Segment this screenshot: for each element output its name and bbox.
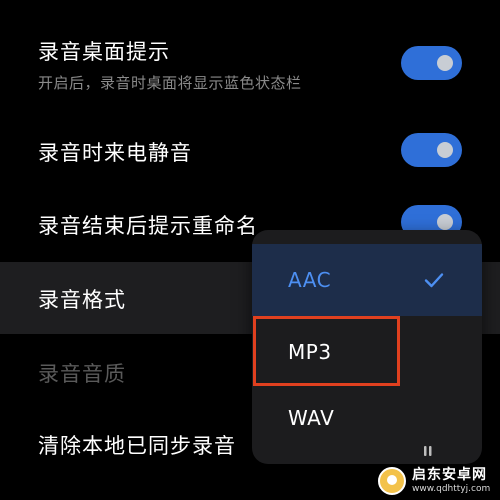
watermark: 启东安卓网 www.qdhttyj.com xyxy=(378,462,500,500)
annotation-highlight-box xyxy=(253,316,400,386)
watermark-logo-icon xyxy=(378,467,406,495)
option-label: WAV xyxy=(288,406,335,430)
watermark-name: 启东安卓网 xyxy=(412,467,487,483)
format-option-wav[interactable]: WAV xyxy=(252,382,482,454)
desktop-hint-toggle[interactable] xyxy=(401,46,462,80)
toggle-knob xyxy=(437,142,453,158)
watermark-url: www.qdhttyj.com xyxy=(412,484,491,494)
toggle-knob xyxy=(437,214,453,230)
settings-screen: 录音桌面提示 开启后，录音时桌面将显示蓝色状态栏 录音时来电静音 录音结束后提示… xyxy=(0,0,500,500)
toggle-knob xyxy=(437,55,453,71)
scroll-indicator-icon xyxy=(424,446,432,456)
option-label: AAC xyxy=(288,268,332,292)
call-mute-toggle[interactable] xyxy=(401,133,462,167)
checkmark-icon xyxy=(424,273,444,288)
format-option-aac[interactable]: AAC xyxy=(252,244,482,316)
